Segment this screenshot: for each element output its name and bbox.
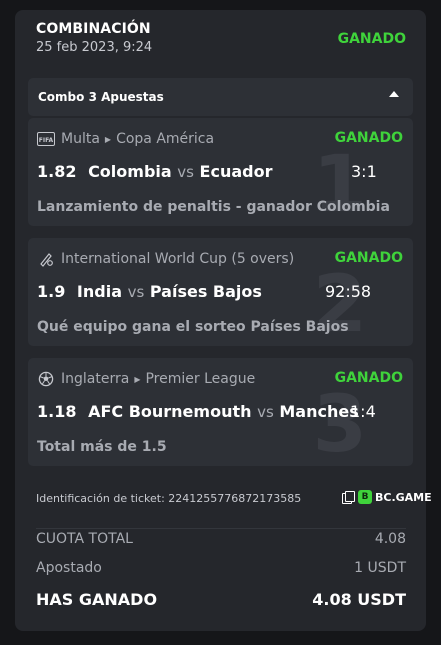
staked-value: 1 USDT	[354, 560, 406, 576]
bet-match-line: 1.9 India vs Países Bajos 92:58	[37, 282, 397, 304]
competition-name: Copa América	[116, 131, 215, 147]
fifa-icon-text: FIFA	[39, 137, 54, 144]
bet-match-line: 1.82 Colombia vs Ecuador 3:1	[37, 162, 397, 184]
match-score: 3:1	[351, 162, 377, 181]
bet-card[interactable]: 2 International World Cup (5 overs) GANA…	[28, 238, 413, 346]
match-score: 92:58	[325, 282, 372, 301]
away-team: Países Bajos	[149, 282, 262, 301]
chevron-right-icon: ▶	[104, 134, 112, 144]
vs-label: vs	[177, 163, 194, 181]
away-team: Manches	[279, 402, 359, 421]
ticket-status-badge: GANADO	[337, 31, 406, 47]
league-name: Multa	[61, 131, 100, 147]
bet-market: Qué equipo gana el sorteo Países Bajos	[37, 319, 349, 335]
staked-label: Apostado	[36, 560, 102, 576]
staked-row: Apostado 1 USDT	[36, 560, 406, 576]
won-row: HAS GANADO 4.08 USDT	[36, 590, 406, 609]
won-label: HAS GANADO	[36, 590, 158, 609]
bet-status-badge: GANADO	[334, 130, 403, 146]
won-value: 4.08 USDT	[312, 590, 406, 609]
bet-status-badge: GANADO	[326, 250, 403, 266]
vs-label: vs	[257, 403, 274, 421]
bet-match-line: 1.18 AFC Bournemouth vs Manches 1:4	[37, 402, 397, 424]
chevron-right-icon: ▶	[134, 374, 141, 384]
bet-odds: 1.82	[37, 162, 77, 181]
bet-odds: 1.18	[37, 402, 77, 421]
brand-area: B BC.GAME	[342, 490, 432, 504]
competition-name: Premier League	[145, 371, 256, 387]
vs-label: vs	[127, 283, 145, 301]
bet-status-badge: GANADO	[334, 370, 403, 386]
bet-card[interactable]: 1 FIFA Multa ▶ Copa América GANADO 1.82 …	[28, 118, 413, 226]
chevron-up-icon[interactable]	[389, 91, 399, 97]
total-odds-value: 4.08	[374, 531, 406, 547]
fifa-icon: FIFA	[37, 131, 55, 147]
home-team: Colombia	[88, 162, 172, 181]
bet-market: Total más de 1.5	[37, 439, 167, 455]
home-team: India	[76, 282, 122, 301]
total-odds-label: CUOTA TOTAL	[36, 531, 133, 547]
ticket-type: COMBINACIÓN	[36, 21, 151, 37]
ticket-header: COMBINACIÓN 25 feb 2023, 9:24 GANADO	[36, 21, 406, 67]
match-score: 1:4	[350, 402, 376, 421]
bet-ticket: COMBINACIÓN 25 feb 2023, 9:24 GANADO Com…	[15, 10, 432, 631]
home-team: AFC Bournemouth	[88, 402, 252, 421]
bet-card[interactable]: 3 Inglaterra ▶ Premier League GANADO 1.1…	[28, 358, 413, 466]
ticket-id: Identificación de ticket: 22412557768721…	[36, 492, 302, 505]
league-name: International World Cup (5 overs)	[61, 251, 295, 267]
combo-toggle[interactable]: Combo 3 Apuestas	[28, 78, 413, 116]
brand-name: BC.GAME	[375, 490, 432, 504]
total-odds-row: CUOTA TOTAL 4.08	[36, 531, 406, 547]
bc-game-logo-icon: B	[358, 490, 372, 504]
bet-league: FIFA Multa ▶ Copa América	[37, 130, 327, 148]
bet-league: International World Cup (5 overs)	[37, 250, 327, 268]
cricket-icon	[37, 251, 55, 267]
away-team: Ecuador	[199, 162, 273, 181]
bet-odds: 1.9	[37, 282, 66, 301]
league-name: Inglaterra	[61, 371, 130, 387]
combo-label: Combo 3 Apuestas	[38, 90, 164, 104]
soccer-ball-icon	[37, 371, 55, 387]
bet-index-watermark: 3	[312, 380, 367, 466]
ticket-date: 25 feb 2023, 9:24	[36, 40, 153, 55]
bet-league: Inglaterra ▶ Premier League	[37, 370, 327, 388]
bet-market: Lanzamiento de penaltis - ganador Colomb…	[37, 199, 390, 215]
copy-icon[interactable]	[342, 491, 355, 504]
divider	[36, 528, 406, 529]
